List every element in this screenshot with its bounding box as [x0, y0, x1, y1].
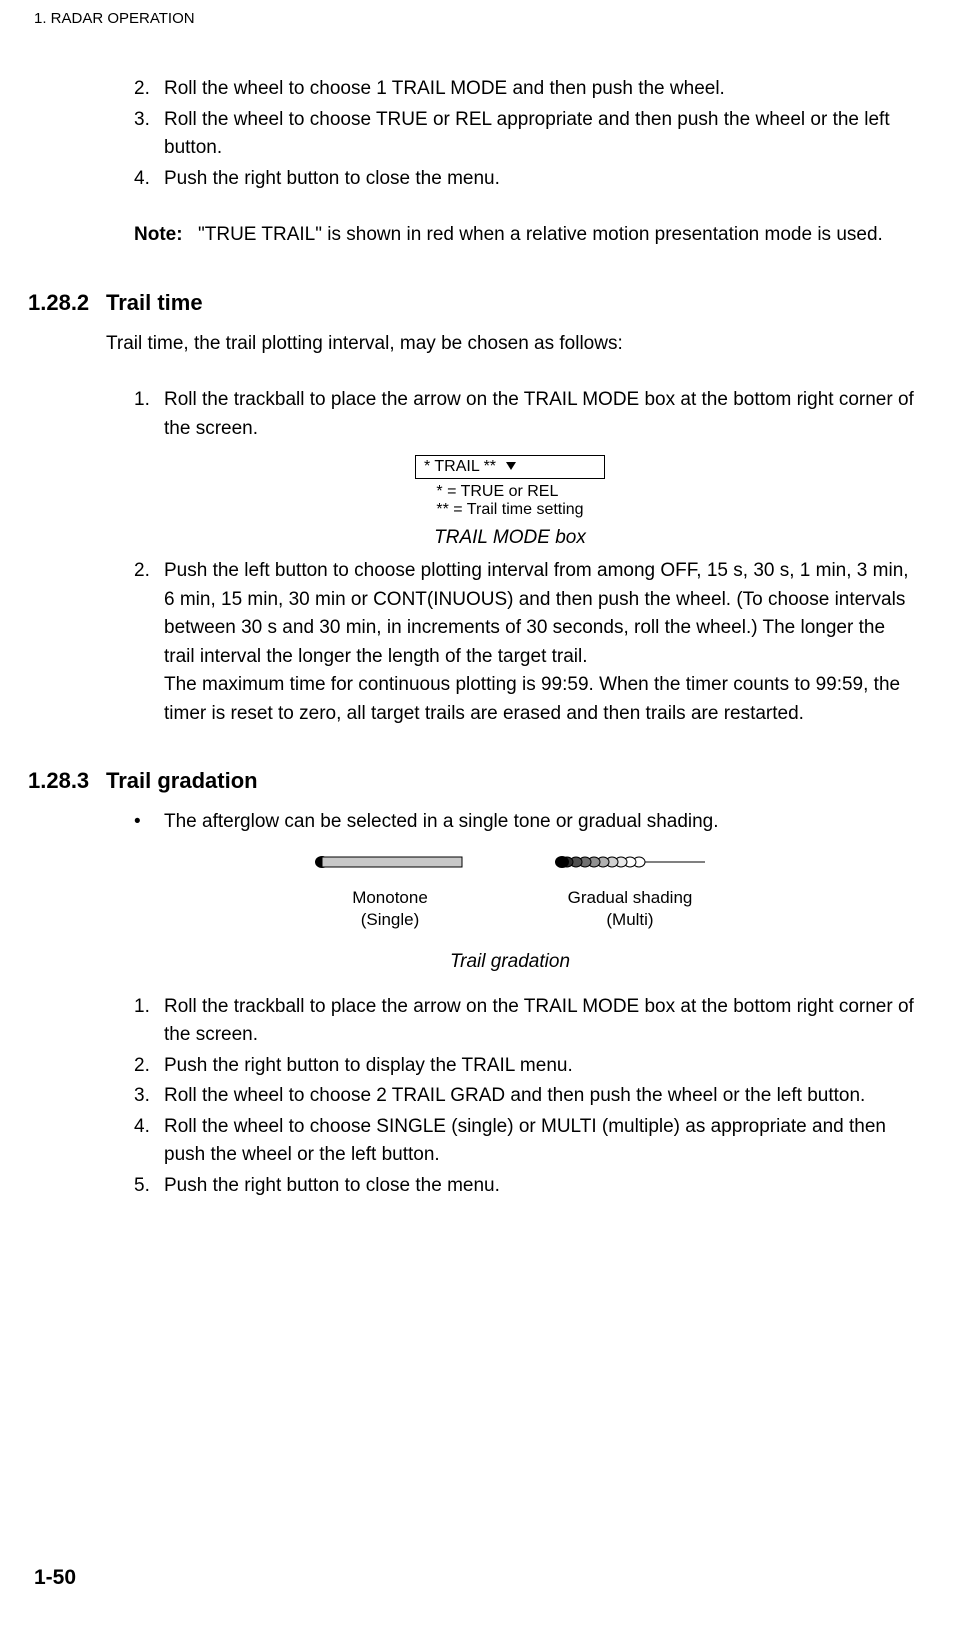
monotone-label: Monotone (Single) [352, 887, 428, 931]
list-text: Roll the trackball to place the arrow on… [164, 993, 914, 1050]
list-number: 1. [134, 993, 164, 1050]
list-text: Roll the wheel to choose 2 TRAIL GRAD an… [164, 1082, 914, 1111]
page-number: 1-50 [34, 1566, 76, 1590]
note-label: Note: [134, 221, 194, 250]
list-item: 3. Roll the wheel to choose TRUE or REL … [134, 106, 914, 163]
list-text: Push the right button to close the menu. [164, 1172, 914, 1201]
list-item: 4. Roll the wheel to choose SINGLE (sing… [134, 1113, 914, 1170]
list-item: 1. Roll the trackball to place the arrow… [134, 386, 914, 443]
list-text: Roll the trackball to place the arrow on… [164, 386, 914, 443]
list-number: 2. [134, 557, 164, 728]
list-item: 3. Roll the wheel to choose 2 TRAIL GRAD… [134, 1082, 914, 1111]
gradual-trail-icon [555, 855, 705, 869]
gradation-figure: Monotone (Single) [106, 855, 914, 973]
label-line: Gradual shading [568, 888, 693, 907]
list-item: 2. Push the left button to choose plotti… [134, 557, 914, 728]
figure-caption: Trail gradation [106, 951, 914, 973]
note-block: Note: "TRUE TRAIL" is shown in red when … [106, 221, 914, 250]
monotone-item: Monotone (Single) [315, 855, 465, 931]
list-item: 2. Roll the wheel to choose 1 TRAIL MODE… [134, 75, 914, 104]
list-text: Push the right button to display the TRA… [164, 1052, 914, 1081]
list-number: 2. [134, 1052, 164, 1081]
trail-time-list: 1. Roll the trackball to place the arrow… [106, 386, 914, 443]
gradual-item: Gradual shading (Multi) [555, 855, 705, 931]
list-number: 4. [134, 1113, 164, 1170]
page-content: 2. Roll the wheel to choose 1 TRAIL MODE… [0, 27, 968, 1200]
section-title: Trail time [106, 290, 203, 316]
list-number: 3. [134, 1082, 164, 1111]
trail-time-list-2: 2. Push the left button to choose plotti… [106, 557, 914, 728]
label-line: (Single) [361, 910, 420, 929]
section-title: Trail gradation [106, 768, 258, 794]
label-line: Monotone [352, 888, 428, 907]
trail-box-label: * TRAIL ** [424, 458, 496, 475]
gradation-list: 1. Roll the trackball to place the arrow… [106, 993, 914, 1201]
list-text: Push the left button to choose plotting … [164, 557, 914, 728]
list-text: Push the right button to close the menu. [164, 165, 914, 194]
page-header: 1. RADAR OPERATION [0, 0, 968, 27]
legend-line: ** = Trail time setting [436, 501, 583, 519]
list-text: Roll the wheel to choose 1 TRAIL MODE an… [164, 75, 914, 104]
list-item: 1. Roll the trackball to place the arrow… [134, 993, 914, 1050]
list-number: 5. [134, 1172, 164, 1201]
bullet-text: The afterglow can be selected in a singl… [164, 808, 719, 837]
list-text: Roll the wheel to choose TRUE or REL app… [164, 106, 914, 163]
gradation-row: Monotone (Single) [106, 855, 914, 931]
section-heading-trail-time: 1.28.2 Trail time [106, 290, 914, 316]
list-text: Roll the wheel to choose SINGLE (single)… [164, 1113, 914, 1170]
bullet-dot-icon: • [134, 808, 164, 837]
note-text: "TRUE TRAIL" is shown in red when a rela… [198, 221, 914, 250]
list-item: 2. Push the right button to display the … [134, 1052, 914, 1081]
label-line: (Multi) [606, 910, 653, 929]
trail-mode-box: * TRAIL ** [415, 455, 605, 479]
figure-caption: TRAIL MODE box [106, 527, 914, 549]
bullet-item: • The afterglow can be selected in a sin… [106, 808, 914, 837]
list-paragraph: Push the left button to choose plotting … [164, 560, 909, 667]
list-number: 3. [134, 106, 164, 163]
top-ordered-list: 2. Roll the wheel to choose 1 TRAIL MODE… [106, 75, 914, 193]
legend-line: * = TRUE or REL [436, 483, 583, 501]
section-number: 1.28.3 [28, 768, 106, 794]
section-heading-trail-gradation: 1.28.3 Trail gradation [106, 768, 914, 794]
trail-legend: * = TRUE or REL ** = Trail time setting [436, 483, 583, 519]
gradual-label: Gradual shading (Multi) [568, 887, 693, 931]
list-item: 4. Push the right button to close the me… [134, 165, 914, 194]
list-number: 2. [134, 75, 164, 104]
list-number: 1. [134, 386, 164, 443]
monotone-trail-icon [315, 855, 465, 869]
dropdown-triangle-icon [506, 462, 516, 470]
list-item: 5. Push the right button to close the me… [134, 1172, 914, 1201]
section-number: 1.28.2 [28, 290, 106, 316]
list-paragraph: The maximum time for continuous plotting… [164, 674, 900, 724]
trail-mode-box-figure: * TRAIL ** * = TRUE or REL ** = Trail ti… [106, 455, 914, 549]
section-intro: Trail time, the trail plotting interval,… [106, 330, 914, 359]
list-number: 4. [134, 165, 164, 194]
